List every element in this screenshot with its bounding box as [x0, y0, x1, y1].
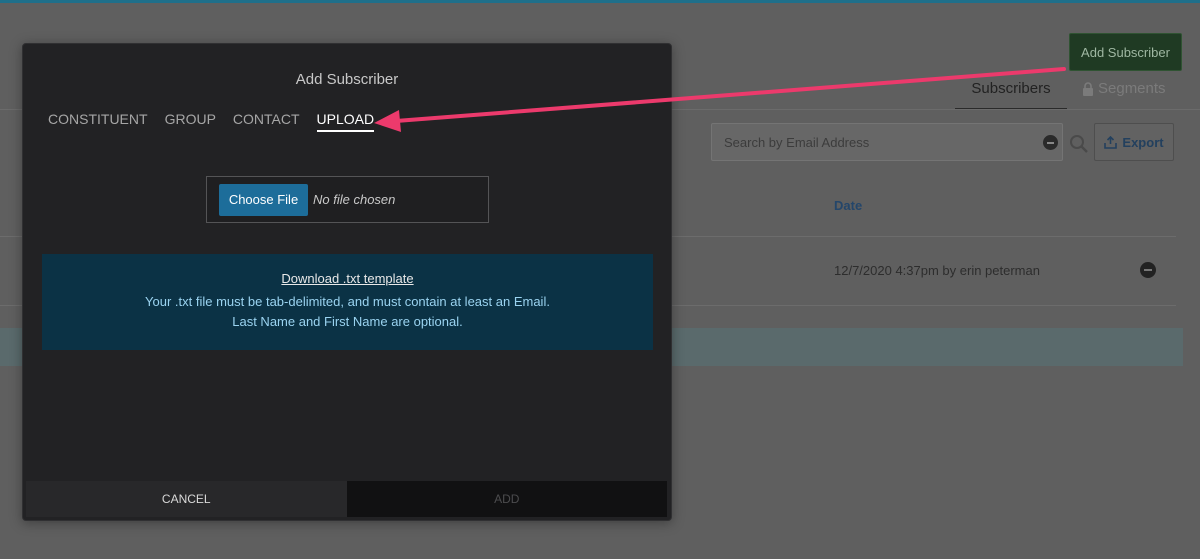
add-subscriber-modal: Add Subscriber CONSTITUENT GROUP CONTACT…	[22, 43, 672, 521]
tab-segments[interactable]: Segments	[1082, 80, 1172, 110]
tab-contact[interactable]: CONTACT	[233, 111, 300, 132]
tab-constituent[interactable]: CONSTITUENT	[48, 111, 148, 132]
top-accent-bar	[0, 0, 1200, 3]
modal-title: Add Subscriber	[295, 71, 399, 88]
file-status: No file chosen	[313, 192, 396, 207]
add-button[interactable]: ADD	[346, 481, 667, 517]
clear-search-icon[interactable]	[1043, 135, 1058, 150]
export-button[interactable]: Export	[1094, 123, 1174, 161]
search-input[interactable]: Search by Email Address	[711, 123, 1063, 161]
export-label: Export	[1122, 134, 1164, 150]
modal-footer: CANCEL ADD	[26, 481, 667, 517]
cancel-button[interactable]: CANCEL	[26, 481, 347, 517]
export-icon	[1104, 135, 1118, 149]
add-subscriber-button[interactable]: Add Subscriber	[1069, 33, 1182, 71]
row-date: 12/7/2020 4:37pm by erin peterman	[834, 263, 1040, 278]
upload-info-panel: Download .txt template Your .txt file mu…	[42, 254, 653, 350]
tab-subscribers[interactable]: Subscribers	[955, 80, 1067, 110]
lock-icon	[1083, 82, 1093, 96]
download-template-link[interactable]: Download .txt template	[42, 271, 653, 286]
tab-upload[interactable]: UPLOAD	[316, 111, 375, 132]
date-column-header[interactable]: Date	[834, 198, 862, 213]
tab-group[interactable]: GROUP	[165, 111, 216, 132]
info-text-line-1: Your .txt file must be tab-delimited, an…	[145, 294, 550, 309]
file-input[interactable]: Choose File No file chosen	[206, 176, 489, 223]
search-icon[interactable]	[1069, 134, 1089, 154]
choose-file-button[interactable]: Choose File	[219, 183, 308, 216]
search-placeholder: Search by Email Address	[724, 134, 870, 150]
tab-segments-label: Segments	[1098, 80, 1166, 97]
modal-tabs: CONSTITUENT GROUP CONTACT UPLOAD	[48, 111, 375, 132]
info-text-line-2: Last Name and First Name are optional.	[232, 314, 463, 329]
remove-subscriber-icon[interactable]	[1140, 262, 1156, 278]
